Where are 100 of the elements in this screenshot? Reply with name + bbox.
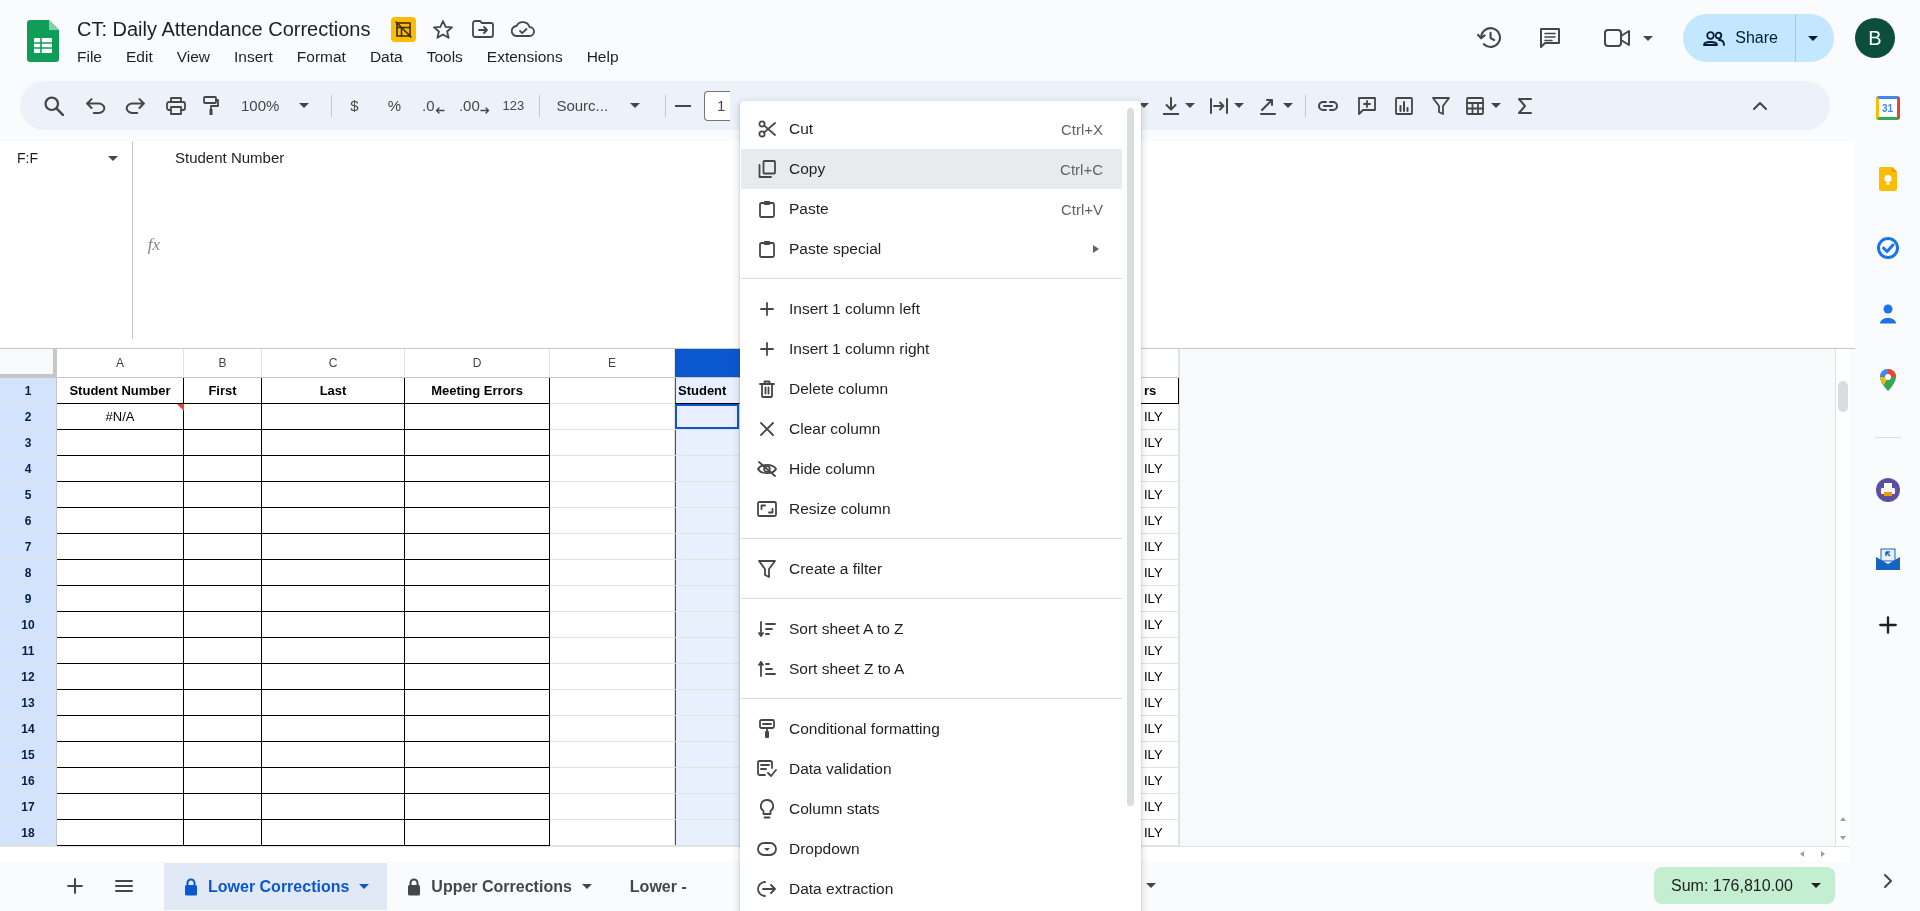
caret-icon[interactable]: [1185, 103, 1196, 108]
scrollbar-thumb[interactable]: [1838, 381, 1848, 412]
minus-icon[interactable]: [675, 104, 692, 107]
link-icon[interactable]: [1318, 100, 1339, 111]
column-header[interactable]: D: [405, 349, 550, 378]
menu-item[interactable]: Paste Ctrl+V: [741, 189, 1122, 229]
font-size-field[interactable]: 1: [704, 90, 731, 121]
menu-item[interactable]: Tools: [417, 46, 472, 68]
check-circle-icon[interactable]: [1876, 237, 1899, 259]
plus-icon[interactable]: [1878, 616, 1897, 634]
chevron-up-icon[interactable]: [1753, 101, 1768, 110]
menu-item[interactable]: Insert: [225, 46, 282, 68]
percent-button[interactable]: %: [380, 90, 409, 121]
map-pin-icon[interactable]: [1879, 369, 1896, 391]
comment-icon[interactable]: [1539, 27, 1562, 49]
menu-item[interactable]: Cut Ctrl+X: [741, 109, 1122, 149]
caret-icon[interactable]: [1283, 103, 1294, 108]
row-header[interactable]: 17: [0, 794, 57, 820]
column-header[interactable]: B: [184, 349, 262, 378]
row-header[interactable]: 8: [0, 560, 57, 586]
caret-icon[interactable]: [1811, 883, 1821, 888]
menu-item[interactable]: Column stats: [741, 789, 1122, 829]
print-icon[interactable]: [166, 96, 186, 115]
row-header[interactable]: 15: [0, 742, 57, 768]
row-header[interactable]: 2: [0, 404, 57, 430]
comment-plus-icon[interactable]: [1358, 96, 1377, 115]
calendar-icon[interactable]: 31: [1875, 96, 1900, 120]
increase-decimal-button[interactable]: .00: [456, 90, 493, 121]
font-dropdown[interactable]: Sourc...: [551, 90, 646, 121]
zoom-dropdown[interactable]: 100%: [236, 90, 315, 121]
row-header[interactable]: 14: [0, 716, 57, 742]
sheet-tab[interactable]: Lower Corrections: [164, 863, 388, 910]
diagonal-arrow-icon[interactable]: [1259, 96, 1278, 115]
row-header[interactable]: 5: [0, 482, 57, 508]
sheet-tab[interactable]: Lower -: [609, 863, 705, 910]
document-title[interactable]: CT: Daily Attendance Corrections: [77, 17, 371, 41]
menu-item[interactable]: File: [68, 46, 111, 68]
spreadsheet-logo-icon[interactable]: [27, 20, 59, 62]
menu-item[interactable]: Copy Ctrl+C: [741, 149, 1122, 189]
caret-icon[interactable]: [581, 884, 592, 889]
menu-item[interactable]: View: [167, 46, 220, 68]
star-icon[interactable]: [433, 19, 454, 39]
name-box[interactable]: F:F: [0, 141, 132, 175]
column-header[interactable]: C: [262, 349, 405, 378]
column-header[interactable]: [675, 349, 740, 378]
menu-item[interactable]: Create a filter: [741, 549, 1122, 589]
row-header[interactable]: 6: [0, 508, 57, 534]
row-header[interactable]: 12: [0, 664, 57, 690]
menu-item[interactable]: Extensions: [477, 46, 572, 68]
caret-icon[interactable]: [1139, 103, 1150, 108]
paint-roller-icon[interactable]: [203, 95, 219, 116]
caret-icon[interactable]: [1643, 35, 1654, 41]
cloud-check-icon[interactable]: [511, 21, 536, 37]
filter-icon[interactable]: [1432, 96, 1451, 115]
caret-icon[interactable]: [1146, 883, 1156, 888]
row-header[interactable]: 4: [0, 456, 57, 482]
column-header[interactable]: E: [550, 349, 675, 378]
account-avatar[interactable]: B: [1855, 18, 1895, 58]
caret-icon[interactable]: [1234, 103, 1245, 108]
menu-item[interactable]: Insert 1 column left: [741, 289, 1122, 329]
sigma-icon[interactable]: [1518, 97, 1533, 114]
currency-button[interactable]: $: [340, 90, 369, 121]
sheet-tab[interactable]: Upper Corrections: [387, 863, 610, 910]
printer-icon[interactable]: [1875, 478, 1900, 502]
menu-item[interactable]: Data extraction: [741, 869, 1122, 909]
scroll-right-icon[interactable]: [1821, 851, 1825, 857]
menu-item[interactable]: Resize column: [741, 489, 1122, 529]
undo-icon[interactable]: [86, 97, 106, 114]
arrow-to-line-icon[interactable]: [1163, 96, 1180, 115]
number-format-button[interactable]: 123: [497, 90, 530, 121]
menu-item[interactable]: Format: [287, 46, 355, 68]
row-header[interactable]: 18: [0, 820, 57, 846]
scroll-left-icon[interactable]: [1800, 851, 1804, 857]
folder-arrow-icon[interactable]: [472, 20, 495, 38]
menu-item[interactable]: Dropdown: [741, 829, 1122, 869]
menu-item[interactable]: Paste special: [741, 229, 1122, 269]
menu-item[interactable]: Clear column: [741, 409, 1122, 449]
menu-item[interactable]: Delete column: [741, 369, 1122, 409]
formula-field[interactable]: Student Number: [175, 141, 735, 348]
menu-item[interactable]: Conditional formatting: [741, 709, 1122, 749]
menu-item[interactable]: Sort sheet Z to A: [741, 649, 1122, 689]
row-header[interactable]: 13: [0, 690, 57, 716]
scroll-up-icon[interactable]: [1840, 817, 1846, 821]
menu-item[interactable]: Sort sheet A to Z: [741, 609, 1122, 649]
table-icon[interactable]: [1466, 96, 1485, 115]
row-header[interactable]: 10: [0, 612, 57, 638]
menu-item[interactable]: Data: [360, 46, 412, 68]
menu-item[interactable]: Data validation: [741, 749, 1122, 789]
plus-icon[interactable]: [67, 877, 83, 894]
row-header[interactable]: 3: [0, 430, 57, 456]
row-header[interactable]: 16: [0, 768, 57, 794]
decrease-decimal-button[interactable]: .0: [417, 90, 450, 121]
row-header[interactable]: 11: [0, 638, 57, 664]
column-header[interactable]: A: [57, 349, 184, 378]
history-icon[interactable]: [1477, 27, 1502, 49]
caret-icon[interactable]: [1491, 103, 1502, 108]
row-header[interactable]: 9: [0, 586, 57, 612]
caret-icon[interactable]: [630, 103, 641, 108]
row-header[interactable]: 7: [0, 534, 57, 560]
menu-item[interactable]: Edit: [117, 46, 162, 68]
